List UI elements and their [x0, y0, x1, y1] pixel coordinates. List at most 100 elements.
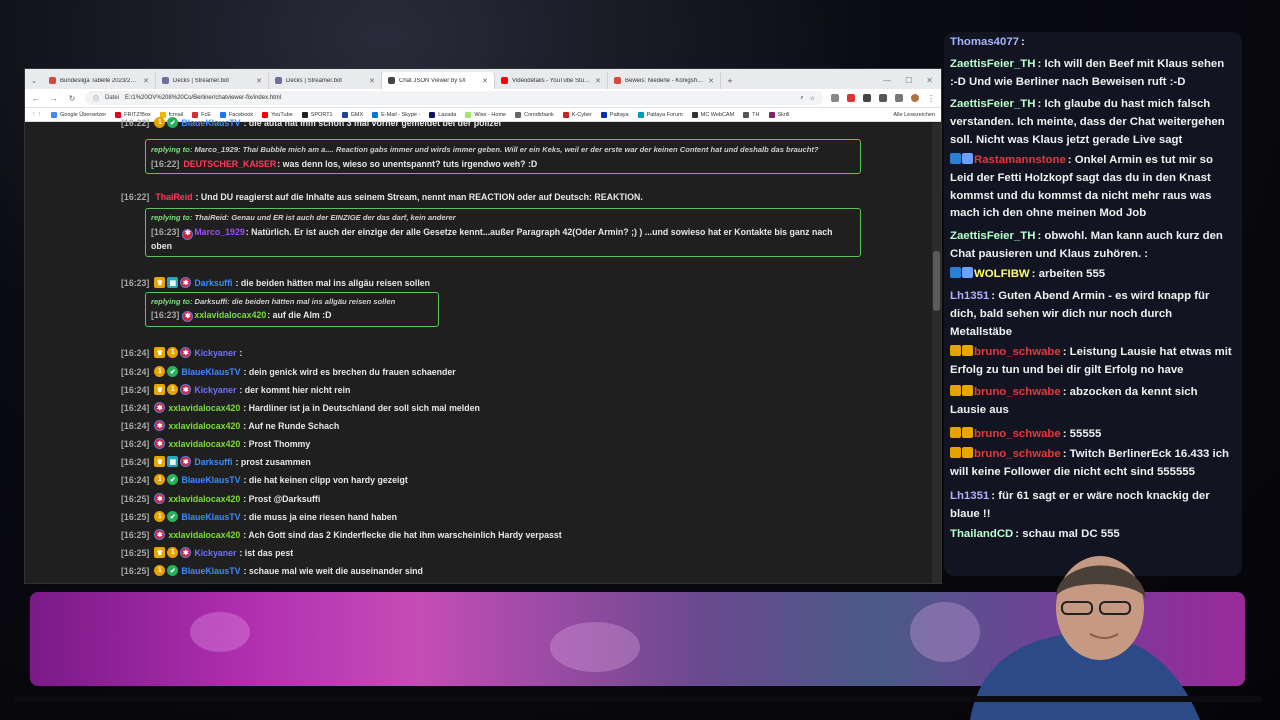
scrollbar[interactable]	[932, 123, 941, 583]
tab-decks-2[interactable]: Decks | Streamer.bot ✕	[269, 72, 382, 89]
info-icon[interactable]: ⓘ	[93, 94, 99, 103]
message-username[interactable]: xxlavidalocax420	[168, 530, 240, 540]
verified-badge-icon: ✔	[167, 117, 179, 128]
message-username[interactable]: DEUTSCHER_KAISER	[183, 159, 276, 169]
message-timestamp: [16:22]	[151, 159, 180, 169]
crown-badge-icon: ♛	[154, 384, 166, 395]
bookmark-item[interactable]: Comdirbank	[515, 111, 554, 118]
message-timestamp: [16:24]	[121, 456, 150, 467]
message-text: : Ach Gott sind das 2 Kinderflecke die h…	[243, 529, 562, 540]
tab-beweis[interactable]: Beweis: Niederle - Königshaus ✕	[608, 72, 721, 89]
message-text: : die auta hat ihm schon 3 mal vorher ge…	[243, 117, 502, 128]
url-field[interactable]: ⓘ Datei E:/1%20OV%208%20Co/Berliner/chat…	[85, 91, 823, 105]
bits-badge-icon: 1	[154, 474, 166, 485]
extension-icon[interactable]	[847, 94, 855, 102]
message-text: : ist das pest	[239, 547, 294, 558]
overlay-username: ZaettisFeier_TH	[950, 230, 1036, 242]
extension-icon[interactable]	[831, 94, 839, 102]
apps-grid-icon[interactable]: ⋮⋮	[31, 112, 42, 118]
bookmark-item[interactable]: Google Übersetzer	[51, 111, 106, 118]
message-username[interactable]: Kickyaner	[194, 348, 236, 358]
message-username[interactable]: BlaueKlausTV	[181, 566, 240, 576]
reply-header: replying to: ThaiReid: Genau und ER ist …	[151, 213, 855, 222]
message-username[interactable]: Darksuffi	[194, 457, 232, 467]
back-icon[interactable]: ←	[31, 94, 41, 103]
tab-favicon-icon	[614, 77, 621, 84]
address-bar: ← → ↻ ⓘ Datei E:/1%20OV%208%20Co/Berline…	[25, 89, 941, 108]
url-text: E:/1%20OV%208%20Co/Berliner/chatviewer-f…	[125, 95, 282, 101]
message-username[interactable]: Kickyaner	[194, 548, 236, 558]
screen: ⌄ Bundesliga Tabelle 2023/2026 ✕ Decks | …	[0, 0, 1280, 720]
message-username[interactable]: xxlavidalocax420	[168, 421, 240, 431]
bookmark-favicon-icon	[637, 111, 644, 118]
verified-badge-icon: ✔	[167, 565, 179, 576]
bits-badge-icon: 1	[154, 366, 166, 377]
reply-header: replying to: Darksuffi: die beiden hätte…	[151, 297, 433, 306]
bookmark-item[interactable]: Pattaya	[600, 111, 629, 118]
bookmark-item[interactable]: Skrill	[768, 111, 789, 118]
bookmark-label: MC WebCAM	[700, 111, 735, 118]
overlay-username: ZaettisFeier_TH	[950, 58, 1036, 70]
extensions-bar: ⋮	[831, 94, 935, 103]
verified-badge-icon: ✔	[167, 366, 179, 377]
minimize-icon[interactable]: —	[883, 76, 891, 85]
tab-close-icon[interactable]: ✕	[256, 77, 262, 85]
reply-to-label: replying to:	[151, 297, 193, 306]
tab-close-icon[interactable]: ✕	[595, 77, 601, 85]
bookmark-star-icon[interactable]: ☆	[810, 95, 815, 102]
tab-decks-1[interactable]: Decks | Streamer.bot ✕	[156, 72, 269, 89]
message-username[interactable]: Marco_1929	[194, 227, 244, 237]
bokeh-decoration	[190, 612, 250, 652]
tab-close-icon[interactable]: ✕	[143, 77, 149, 85]
bookmark-item[interactable]: K-Cyber	[562, 111, 592, 118]
message-username[interactable]: xxlavidalocax420	[168, 403, 240, 413]
tab-bundesliga[interactable]: Bundesliga Tabelle 2023/2026 ✕	[43, 72, 156, 89]
tab-search-icon[interactable]: ⌄	[25, 72, 43, 89]
tab-close-icon[interactable]: ✕	[482, 77, 488, 85]
message-username[interactable]: BlaueKlausTV	[181, 512, 240, 522]
message-text: : Auf ne Runde Schach	[243, 420, 340, 431]
webcam-feed	[940, 538, 1260, 720]
message-username[interactable]: ThaiReid	[155, 192, 192, 202]
message-username[interactable]: Kickyaner	[194, 385, 236, 395]
maximize-icon[interactable]: ☐	[905, 76, 912, 85]
new-tab-button[interactable]: +	[721, 72, 739, 89]
message-username[interactable]: Darksuffi	[194, 278, 232, 288]
bookmark-item[interactable]: MC WebCAM	[691, 111, 735, 118]
message-username[interactable]: xxlavidalocax420	[168, 494, 240, 504]
verified-badge-icon: ✔	[167, 511, 179, 522]
tab-close-icon[interactable]: ✕	[369, 77, 375, 85]
close-window-icon[interactable]: ✕	[926, 76, 933, 85]
tab-chat-json-viewer[interactable]: Chat JSON Viewer by sX ✕	[382, 72, 495, 89]
flag-badge-icon: ✱	[154, 420, 166, 431]
message-username[interactable]: xxlavidalocax420	[168, 439, 240, 449]
menu-kebab-icon[interactable]: ⋮	[927, 94, 935, 103]
bookmark-item[interactable]: TH	[743, 111, 760, 118]
bookmark-favicon-icon	[515, 111, 522, 118]
message-username[interactable]: BlaueKlausTV	[181, 367, 240, 377]
chat-message: [16:25] 1 ✔ BlaueKlausTV: schaue mal wie we…	[121, 565, 423, 576]
crown-badge-icon: ♛	[154, 277, 166, 288]
zoom-icon[interactable]: ⌕	[800, 95, 803, 102]
forward-icon[interactable]: →	[49, 94, 59, 103]
all-bookmarks-button[interactable]: Alle Lesezeichen	[893, 112, 935, 118]
message-username[interactable]: BlaueKlausTV	[181, 118, 240, 128]
chat-message: [16:25] 1 ✔ BlaueKlausTV: die muss ja eine …	[121, 511, 397, 522]
scrollbar-thumb[interactable]	[933, 251, 940, 311]
message-username[interactable]: xxlavidalocax420	[194, 310, 266, 320]
extension-icon[interactable]	[863, 94, 871, 102]
reload-icon[interactable]: ↻	[67, 94, 77, 103]
message-username[interactable]: BlaueKlausTV	[181, 475, 240, 485]
overlay-message-text: : arbeiten 555	[1031, 268, 1106, 280]
message-text: : was denn los, wieso so unentspannt? tu…	[277, 159, 538, 169]
downloads-icon[interactable]	[895, 94, 903, 102]
tab-close-icon[interactable]: ✕	[708, 77, 714, 85]
bookmark-item[interactable]: Pattaya Forum	[637, 111, 683, 118]
bits-badge-icon: 1	[154, 117, 166, 128]
chat-badge-icon	[962, 153, 973, 164]
subscriber-badge-icon: ▦	[167, 277, 179, 288]
profile-avatar[interactable]	[911, 94, 919, 102]
extensions-puzzle-icon[interactable]	[879, 94, 887, 102]
message-text: : der kommt hier nicht rein	[239, 384, 351, 395]
tab-youtube-studio[interactable]: Videodetails - YouTube Studio ✕	[495, 72, 608, 89]
